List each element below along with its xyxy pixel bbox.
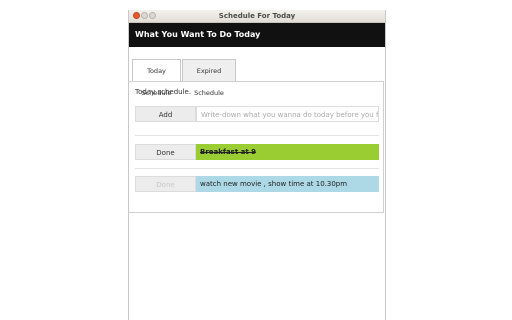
done-button[interactable]: Done: [135, 144, 196, 160]
tab-expired-schedule[interactable]: Expired Schedule: [182, 59, 236, 97]
divider: [135, 168, 379, 169]
window-title: Schedule For Today: [218, 12, 296, 20]
task-text: Breakfast at 9: [196, 144, 379, 160]
today-schedule-panel: Today schedule. Add Write-down what you …: [129, 81, 384, 213]
page-header: What You Want To Do Today: [129, 23, 385, 47]
done-button[interactable]: Done: [135, 176, 196, 192]
panel-subtitle: Today schedule.: [135, 88, 192, 96]
add-button[interactable]: Add: [135, 106, 196, 122]
window-titlebar: Schedule For Today: [129, 10, 385, 23]
tab-today-schedule[interactable]: Today Schedule: [132, 59, 181, 97]
task-text: watch new movie , show time at 10.30pm: [196, 176, 379, 192]
app-window: Schedule For Today What You Want To Do T…: [128, 10, 386, 320]
divider: [135, 135, 379, 136]
task-input[interactable]: Write-down what you wanna do today befor…: [196, 106, 379, 122]
